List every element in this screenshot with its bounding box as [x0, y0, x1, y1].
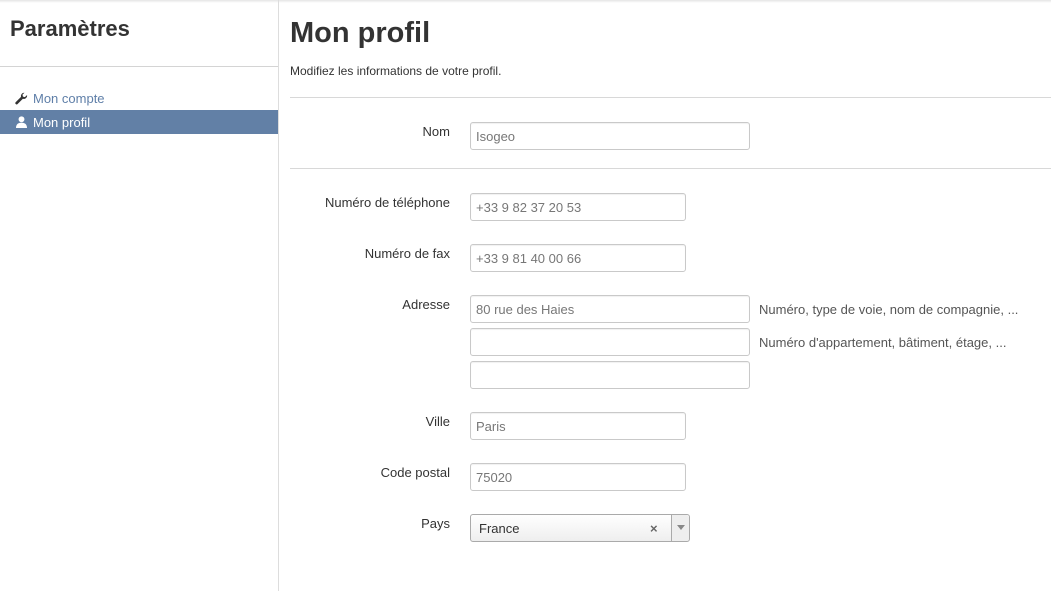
address-line1-hint: Numéro, type de voie, nom de compagnie, …	[759, 302, 1019, 317]
city-field[interactable]	[470, 412, 686, 440]
fax-field[interactable]	[470, 244, 686, 272]
postal-code-label: Code postal	[380, 465, 450, 480]
fax-label: Numéro de fax	[364, 246, 450, 261]
address-line2-hint: Numéro d'appartement, bâtiment, étage, .…	[759, 335, 1007, 350]
address-line1-field[interactable]	[470, 295, 750, 323]
sidebar-item-mon-profil[interactable]: Mon profil	[0, 110, 278, 134]
sidebar-item-mon-compte[interactable]: Mon compte	[0, 86, 278, 110]
sidebar-item-label: Mon profil	[33, 114, 91, 130]
divider	[290, 168, 1051, 169]
sidebar-title: Paramètres	[10, 16, 130, 41]
clear-icon[interactable]: ×	[650, 521, 658, 536]
postal-code-field[interactable]	[470, 463, 686, 491]
phone-label: Numéro de téléphone	[324, 195, 450, 210]
name-label: Nom	[422, 124, 450, 139]
address-label: Adresse	[402, 297, 450, 312]
address-line3-field[interactable]	[470, 361, 750, 389]
phone-field[interactable]	[470, 193, 686, 221]
name-field[interactable]	[470, 122, 750, 150]
country-label: Pays	[421, 516, 450, 531]
country-selected-value: France	[479, 521, 520, 536]
country-select[interactable]: France ×	[470, 514, 690, 542]
page-title: Mon profil	[290, 17, 431, 49]
address-line2-field[interactable]	[470, 328, 750, 356]
user-icon	[14, 115, 28, 129]
sidebar: Paramètres Mon compte Mon profil	[0, 0, 279, 591]
page-subtitle: Modifiez les informations de votre profi…	[290, 64, 502, 78]
sidebar-divider	[0, 66, 278, 67]
city-label: Ville	[425, 414, 450, 429]
sidebar-item-label: Mon compte	[33, 90, 105, 106]
chevron-down-icon[interactable]	[671, 515, 689, 541]
divider	[290, 97, 1051, 98]
wrench-icon	[14, 91, 28, 105]
